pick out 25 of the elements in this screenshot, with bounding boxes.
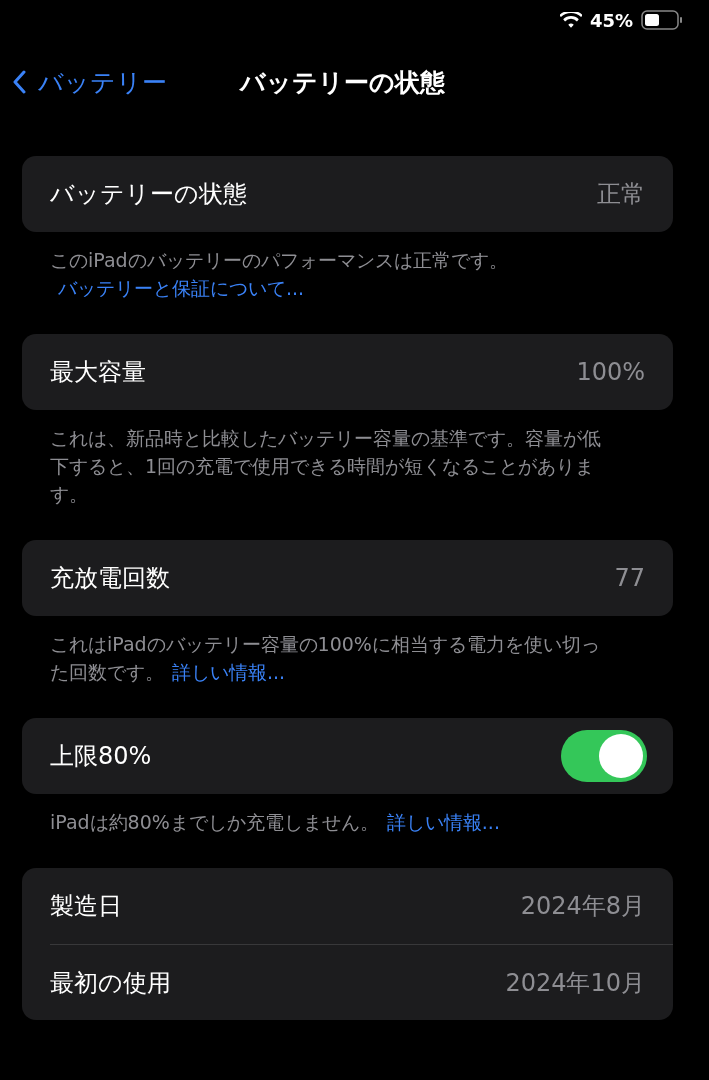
row-label: 最初の使用: [50, 967, 171, 999]
info-link[interactable]: 詳しい情報...: [386, 811, 500, 833]
row-label: 充放電回数: [50, 563, 170, 594]
battery-icon: [641, 10, 683, 30]
footer-note: このiPadのバッテリーのパフォーマンスは正常です。 バッテリーと保証について...: [49, 248, 509, 301]
row-value: 2024年10月: [505, 967, 645, 999]
battery-percent: 45%: [589, 9, 633, 31]
row-value: 正常: [597, 179, 645, 210]
row-label: バッテリーの状態: [50, 179, 247, 210]
footer-note: これは、新品時と比較したバッテリー容量の基準です。容量が低下すると、1回の充電で使用できる時間が短くなることがあります。: [49, 426, 602, 507]
info-link[interactable]: バッテリーと保証について...: [58, 277, 305, 299]
info-link[interactable]: 詳しい情報...: [172, 661, 286, 683]
footer-note: iPadは約80%までしか充電しません。 詳しい情報...: [49, 810, 501, 835]
back-button[interactable]: バッテリー: [12, 65, 167, 99]
chevron-left-icon: [12, 70, 26, 94]
row-value: 2024年8月: [520, 891, 645, 922]
row-label: 上限80%: [50, 741, 152, 772]
toggle-switch[interactable]: [561, 730, 647, 782]
row-label: 製造日: [50, 891, 122, 922]
row-value: 100%: [576, 358, 645, 386]
row-value: 77: [614, 564, 645, 592]
footer-note: これはiPadのバッテリー容量の100%に相当する電力を使い切った回数です。 詳しい情報...: [49, 632, 601, 685]
row-label: 最大容量: [50, 357, 146, 388]
page-title: バッテリーの状態: [240, 66, 445, 99]
wifi-icon: [559, 11, 582, 29]
